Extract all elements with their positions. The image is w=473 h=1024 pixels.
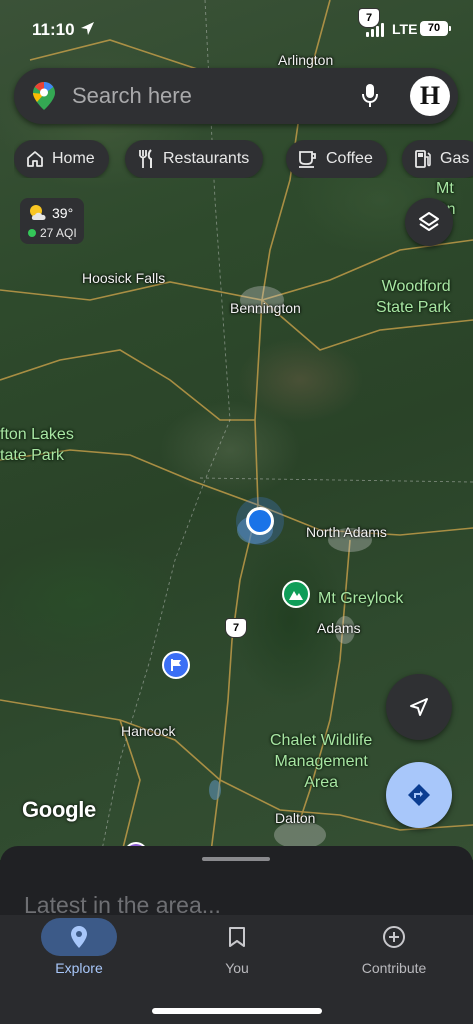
navigation-arrow-icon [410,698,428,716]
location-arrow-icon [81,22,94,35]
nav-icon-wrap [199,918,275,956]
nav-label: Contribute [361,960,427,976]
search-input[interactable]: Search here [72,83,192,109]
user-location-dot[interactable] [246,507,274,535]
chip-coffee[interactable]: Coffee [286,140,387,178]
aqi-status-dot [28,229,36,237]
restaurant-icon [139,149,152,168]
my-location-button[interactable] [386,674,452,740]
place-label: Bennington [230,300,301,316]
home-indicator[interactable] [152,1008,322,1014]
directions-icon [408,784,430,806]
nav-you[interactable]: You [158,915,316,995]
aqi-value: 27 AQI [40,226,77,240]
chip-label: Gas [440,150,470,167]
nav-label: Explore [55,960,103,976]
park-label-chalet: Chalet Wildlife Management Area [270,732,373,791]
nav-icon-wrap [356,918,432,956]
park-label-taconic: fton Lakes tate Park [0,426,74,464]
chip-home[interactable]: Home [14,140,109,178]
google-logo: Google [22,797,96,822]
google-maps-pin-icon [33,82,55,110]
chip-label: Home [52,150,95,167]
sheet-drag-handle[interactable] [202,857,270,861]
flag-poi-icon[interactable] [162,651,190,679]
explore-pin-icon [71,926,87,948]
add-circle-icon [383,926,405,948]
nav-label: You [225,960,249,976]
status-bar: 11:10 LTE 70 [0,0,473,60]
coffee-icon [299,151,316,168]
nav-active-pill [41,918,117,956]
status-time: 11:10 [32,20,75,39]
chip-label: Restaurants [163,150,250,167]
bookmark-icon [229,927,245,947]
signal-bars-icon [366,23,384,37]
gas-icon [415,150,431,168]
chip-label: Coffee [326,150,373,167]
category-chips: Home Restaurants Coffee Gas [14,140,473,178]
park-label-woodford: Woodford State Park [376,278,451,316]
network-type: LTE [392,21,418,37]
layers-button[interactable] [405,198,453,246]
temperature: 39° [52,205,74,221]
route-7-shield: 7 [225,618,247,638]
place-label: Adams [317,620,361,636]
directions-button[interactable] [386,762,452,828]
partly-cloudy-icon [30,205,46,220]
microphone-icon[interactable] [360,82,380,110]
search-bar[interactable]: Search here H [14,68,458,124]
chip-restaurants[interactable]: Restaurants [125,140,264,178]
home-icon [27,151,43,167]
battery-icon: 70 [420,21,451,36]
park-label-greylock: Mt Greylock [318,590,404,607]
place-label: North Adams [306,524,387,540]
mountain-poi-icon[interactable] [282,580,310,608]
nav-explore[interactable]: Explore [0,915,158,995]
place-label: Dalton [275,810,316,826]
weather-card[interactable]: 39° 27 AQI [20,198,84,244]
place-label: Hancock [121,723,176,739]
nav-contribute[interactable]: Contribute [315,915,473,995]
account-avatar[interactable]: H [410,76,450,116]
place-label: Hoosick Falls [82,270,166,286]
air-quality: 27 AQI [28,226,77,240]
chip-gas[interactable]: Gas [402,140,473,178]
layers-icon [419,212,439,231]
